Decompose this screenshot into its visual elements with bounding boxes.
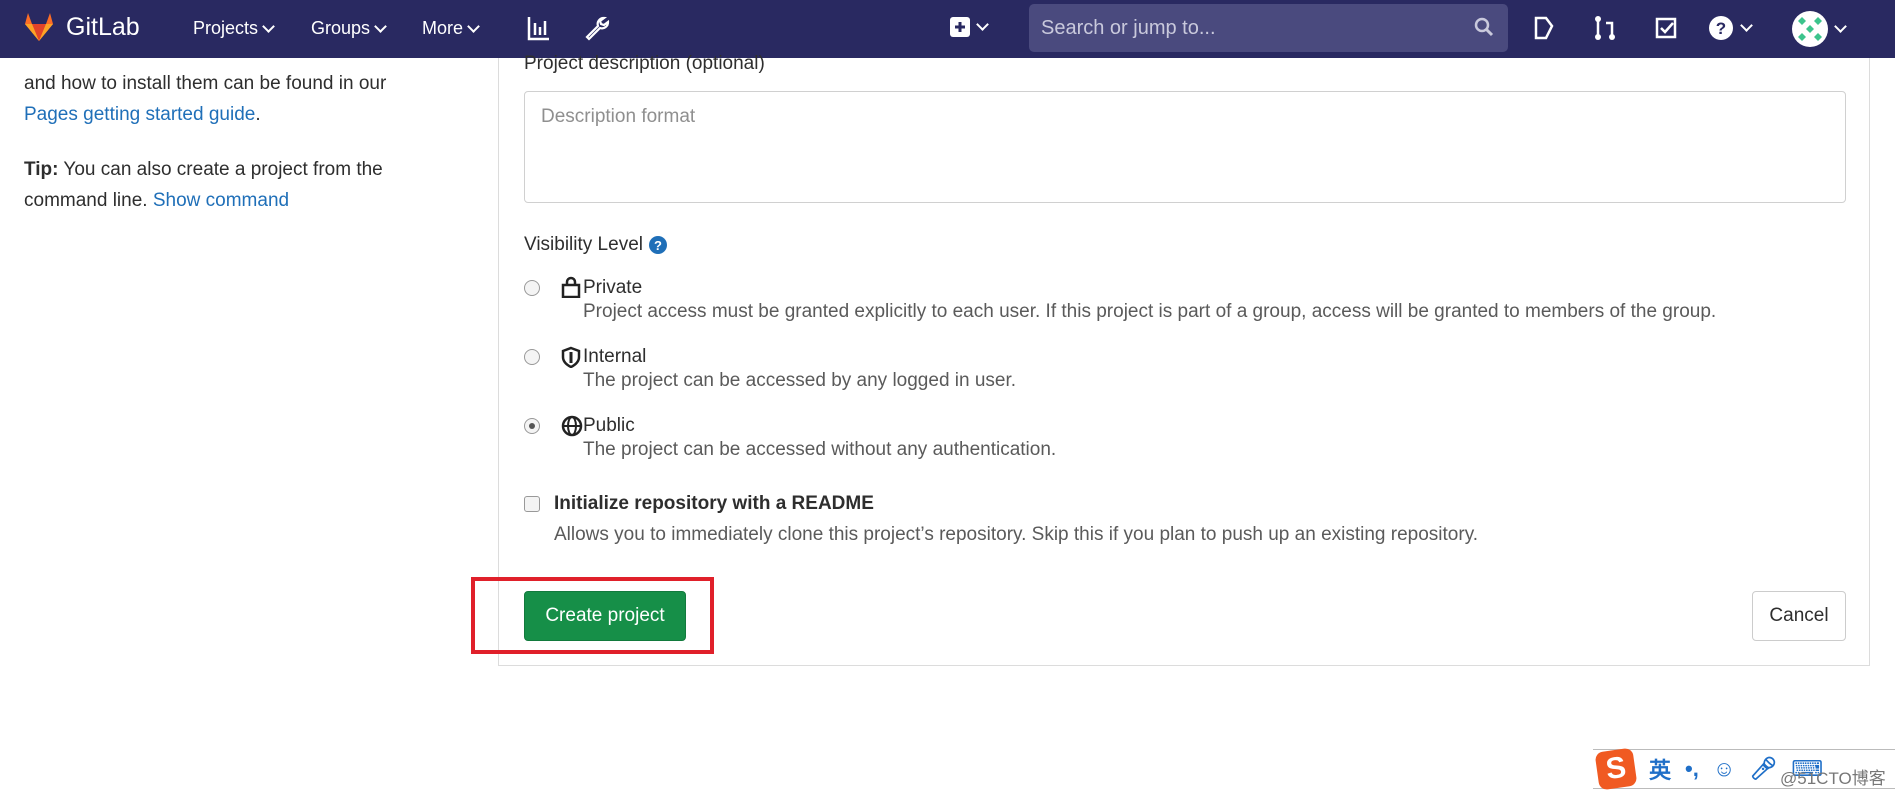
- chevron-down-icon: [1834, 20, 1847, 33]
- internal-label[interactable]: Internal: [583, 346, 646, 368]
- globe-icon: [561, 415, 583, 437]
- internal-desc: The project can be accessed by any logge…: [583, 370, 1017, 391]
- public-desc: The project can be accessed without any …: [583, 439, 1057, 460]
- chevron-down-icon: [374, 19, 387, 33]
- help-text: and how to install them can be found in …: [24, 73, 387, 94]
- visibility-label: Visibility Level: [524, 234, 643, 255]
- ime-punctuation[interactable]: •,: [1685, 756, 1699, 782]
- visibility-private-radio[interactable]: [524, 280, 540, 296]
- tip-label: Tip:: [24, 159, 59, 180]
- chevron-down-icon: [976, 18, 989, 31]
- cancel-button[interactable]: Cancel: [1752, 591, 1846, 641]
- svg-text:?: ?: [1716, 19, 1726, 38]
- smiley-icon[interactable]: ☺: [1713, 756, 1735, 782]
- period: .: [255, 104, 261, 125]
- new-dropdown[interactable]: [950, 17, 989, 37]
- visibility-heading: Visibility Level?: [524, 234, 667, 256]
- help-icon: ?: [1709, 16, 1733, 40]
- description-textarea[interactable]: Description format: [524, 91, 1846, 203]
- issues-icon[interactable]: [1533, 16, 1555, 40]
- public-label[interactable]: Public: [583, 415, 635, 437]
- todo-icon[interactable]: [1655, 17, 1677, 39]
- plus-square-icon: [950, 17, 970, 37]
- gitlab-logo[interactable]: GitLab: [24, 11, 140, 43]
- new-project-form: Project description (optional) Descripti…: [498, 53, 1870, 666]
- nav-more[interactable]: More: [422, 18, 480, 39]
- description-placeholder: Description format: [541, 106, 696, 127]
- brand-name: GitLab: [66, 12, 140, 41]
- readme-checkbox[interactable]: [524, 496, 540, 512]
- description-label: Project description (optional): [524, 53, 765, 74]
- help-icon[interactable]: ?: [648, 236, 667, 254]
- nav-more-label: More: [422, 18, 464, 38]
- avatar: [1792, 11, 1828, 47]
- readme-label[interactable]: Initialize repository with a README: [554, 493, 874, 515]
- microphone-icon[interactable]: 🎤︎: [1749, 756, 1777, 782]
- ime-language[interactable]: 英: [1649, 753, 1671, 785]
- search-input[interactable]: Search or jump to...: [1029, 4, 1508, 52]
- user-menu[interactable]: [1792, 11, 1847, 47]
- top-navbar: GitLab Projects Groups More Search or ju…: [0, 0, 1895, 58]
- nav-groups[interactable]: Groups: [311, 18, 387, 39]
- wrench-icon[interactable]: [584, 15, 610, 41]
- show-command-link[interactable]: Show command: [153, 190, 289, 211]
- nav-groups-label: Groups: [311, 18, 371, 38]
- private-label[interactable]: Private: [583, 277, 642, 299]
- sidebar-help: and how to install them can be found in …: [24, 68, 464, 216]
- private-desc: Project access must be granted explicitl…: [583, 301, 1717, 322]
- search-placeholder: Search or jump to...: [1041, 17, 1216, 39]
- chevron-down-icon: [1740, 19, 1753, 32]
- watermark: @51CTO博客: [1780, 769, 1886, 788]
- highlight-annotation: [471, 577, 714, 654]
- sogou-logo: S: [1594, 747, 1638, 791]
- chevron-down-icon: [467, 19, 480, 33]
- nav-projects[interactable]: Projects: [193, 18, 275, 39]
- lock-icon: [561, 276, 581, 298]
- readme-desc: Allows you to immediately clone this pro…: [554, 524, 1479, 545]
- chevron-down-icon: [262, 19, 275, 33]
- activity-chart-icon[interactable]: [527, 15, 551, 41]
- help-dropdown[interactable]: ?: [1708, 15, 1753, 41]
- shield-icon: [561, 346, 581, 368]
- merge-request-icon[interactable]: [1594, 15, 1616, 41]
- search-icon: [1474, 17, 1494, 37]
- tanuki-icon: [25, 13, 53, 41]
- pages-guide-link[interactable]: Pages getting started guide: [24, 104, 255, 125]
- svg-text:?: ?: [654, 238, 662, 253]
- visibility-internal-radio[interactable]: [524, 349, 540, 365]
- nav-projects-label: Projects: [193, 18, 259, 38]
- visibility-public-radio[interactable]: [524, 418, 540, 434]
